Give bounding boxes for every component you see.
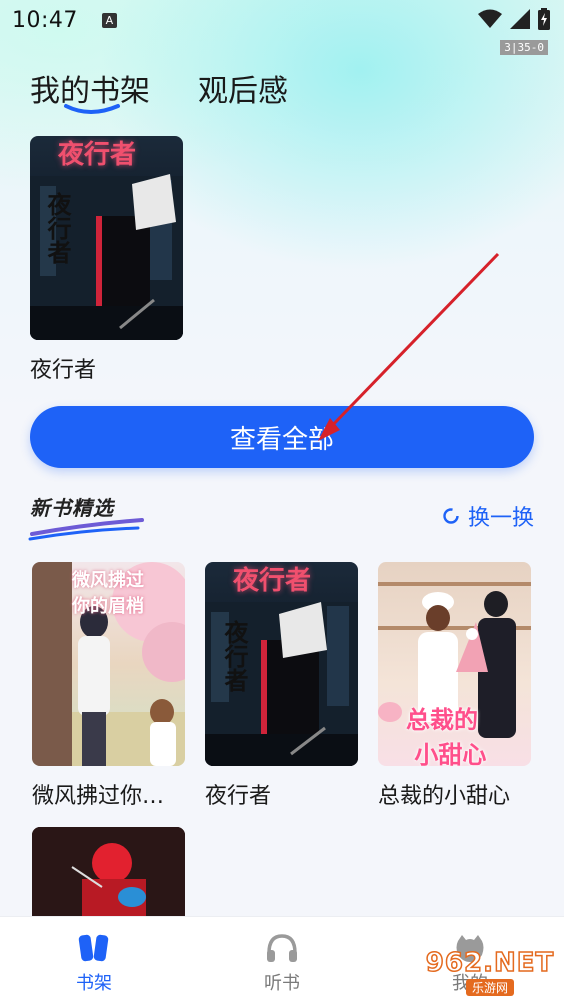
featured-book-card[interactable]: 微风拂过 你的眉梢 微风拂过你… (32, 562, 185, 810)
watermark-logo: 962.NET (425, 947, 555, 978)
featured-book-card[interactable]: 总裁的 小甜心 总裁的小甜心 (378, 562, 531, 810)
nav-audiobook-label: 听书 (264, 973, 300, 994)
book-title: 微风拂过你… (32, 784, 165, 809)
book-title: 夜行者 (30, 358, 97, 383)
nav-bookshelf-label: 书架 (76, 973, 112, 994)
book-cover: 夜行者 夜行者 (30, 136, 183, 340)
notification-icon: A (101, 12, 117, 28)
book-cover: 夜行者 夜行者 (205, 562, 358, 766)
tab-reviews[interactable]: 观后感 (198, 66, 288, 110)
refresh-button[interactable]: 换一换 (442, 500, 534, 532)
cover-vertical-title: 夜行者 (43, 192, 72, 264)
book-cover: 微风拂过 你的眉梢 (32, 562, 185, 766)
book-title: 夜行者 (205, 784, 272, 809)
featured-book-card[interactable]: 夜行者 夜行者 夜行者 (205, 562, 358, 810)
cover-title-art: 夜行者 (58, 140, 137, 170)
bookshelf-icon (78, 934, 109, 962)
wifi-icon (478, 9, 502, 28)
cover-title-art: 总裁的 小甜心 (406, 705, 487, 766)
book-title: 总裁的小甜心 (378, 784, 511, 809)
nav-bookshelf[interactable]: 书架 (0, 917, 188, 1004)
status-bar: 10:47 A (0, 0, 564, 40)
refresh-icon (443, 508, 459, 524)
tab-active-indicator (64, 104, 120, 114)
cover-art (32, 827, 185, 919)
signal-icon (510, 9, 530, 29)
nav-audiobook[interactable]: 听书 (188, 917, 376, 1004)
cover-title-art: 夜行者 (233, 566, 312, 596)
cover-title-art: 微风拂过 你的眉梢 (72, 570, 144, 617)
book-cover (32, 827, 185, 919)
book-cover: 总裁的 小甜心 (378, 562, 531, 766)
title-swoosh-decoration (28, 518, 144, 541)
status-time: 10:47 (12, 7, 78, 33)
refresh-label: 换一换 (467, 506, 534, 531)
watermark-sub: 乐游网 (465, 978, 514, 996)
status-icons (478, 8, 550, 30)
cover-vertical-title: 夜行者 (220, 620, 249, 692)
battery-icon (538, 8, 550, 30)
shelf-book-card[interactable]: 夜行者 夜行者 夜行者 (30, 136, 183, 384)
fps-counter: 3|35-0 (500, 40, 548, 55)
featured-book-card[interactable] (32, 827, 185, 919)
headphones-icon (267, 934, 297, 962)
view-all-button[interactable]: 查看全部 (30, 406, 534, 468)
site-watermark: 962.NET 乐游网 (424, 946, 556, 998)
